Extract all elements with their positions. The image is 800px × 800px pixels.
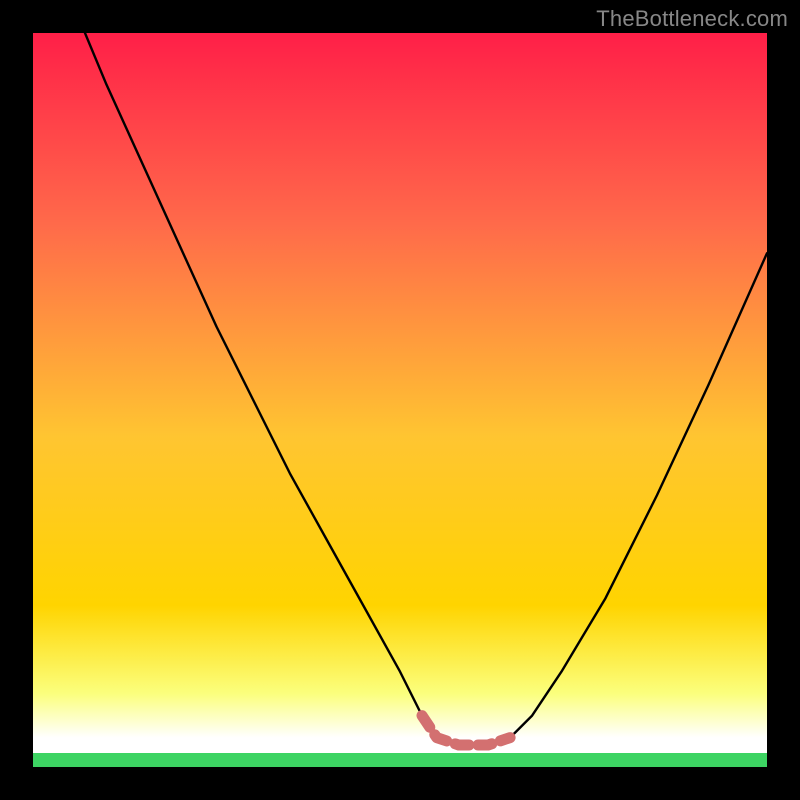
gradient-background: [33, 33, 767, 767]
plot-area: [33, 33, 767, 767]
watermark-text: TheBottleneck.com: [596, 6, 788, 32]
chart-svg: [33, 33, 767, 767]
bottom-green-band: [33, 753, 767, 767]
chart-frame: TheBottleneck.com: [0, 0, 800, 800]
